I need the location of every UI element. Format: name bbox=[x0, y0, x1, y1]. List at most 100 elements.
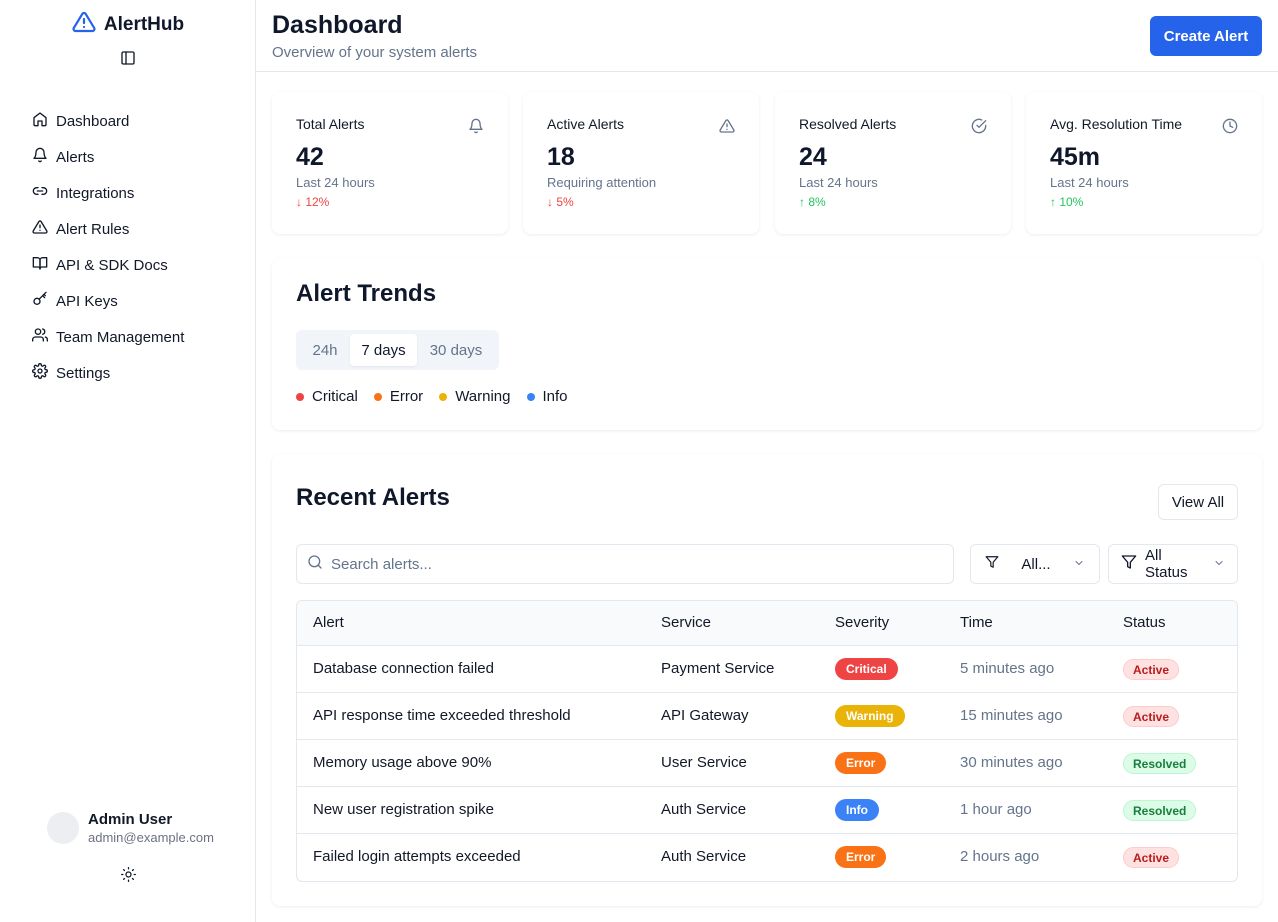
legend-dot bbox=[373, 392, 382, 401]
page-header: Dashboard Overview of your system alerts… bbox=[256, 0, 1278, 72]
home-icon bbox=[32, 111, 48, 131]
sun-icon[interactable] bbox=[119, 865, 137, 883]
stat-value: 18 bbox=[547, 143, 575, 171]
table-row[interactable]: Database connection failed Payment Servi… bbox=[297, 646, 1237, 693]
stat-label: Avg. Resolution Time bbox=[1050, 116, 1183, 132]
legend-label: Error bbox=[389, 388, 424, 405]
legend-dot bbox=[526, 392, 535, 401]
alert-time: 5 minutes ago bbox=[960, 660, 1055, 677]
sidebar-item-api-docs[interactable]: API & SDK Docs bbox=[24, 247, 234, 283]
legend-item-critical: Critical bbox=[296, 388, 358, 405]
sidebar-item-label: Team Management bbox=[56, 328, 185, 346]
alert-service: Auth Service bbox=[661, 848, 747, 865]
chevron-down-icon bbox=[1213, 556, 1225, 573]
search-input[interactable] bbox=[331, 555, 931, 573]
tab-30-days[interactable]: 30 days bbox=[417, 334, 495, 366]
stat-card-total-alerts: Total Alerts 42 Last 24 hours ↓ 12% bbox=[272, 92, 508, 234]
sidebar-item-label: API Keys bbox=[56, 292, 118, 310]
sidebar-toggle-icon[interactable] bbox=[119, 49, 137, 67]
status-badge: Active bbox=[1123, 659, 1180, 680]
sidebar-item-alerts[interactable]: Alerts bbox=[24, 139, 234, 175]
alert-name: API response time exceeded threshold bbox=[313, 707, 571, 724]
legend-label: Info bbox=[542, 388, 568, 405]
stat-label: Resolved Alerts bbox=[799, 116, 897, 132]
brand-name: AlertHub bbox=[103, 13, 185, 35]
severity-badge: Error bbox=[835, 846, 887, 868]
sidebar-nav: Dashboard Alerts Integrations Alert Rule… bbox=[24, 103, 234, 391]
filter-icon bbox=[985, 555, 999, 573]
stat-value: 45m bbox=[1050, 143, 1101, 171]
alerts-table: Alert Service Severity Time Status Datab… bbox=[296, 600, 1238, 882]
column-header-severity[interactable]: Severity bbox=[835, 614, 889, 631]
table-header: Alert Service Severity Time Status bbox=[297, 601, 1237, 646]
avatar bbox=[47, 812, 79, 844]
sidebar-item-label: API & SDK Docs bbox=[56, 256, 168, 274]
alert-name: Database connection failed bbox=[313, 660, 494, 677]
alert-trends-title: Alert Trends bbox=[296, 280, 437, 307]
table-row[interactable]: API response time exceeded threshold API… bbox=[297, 693, 1237, 740]
page-title: Dashboard bbox=[272, 11, 403, 39]
sidebar-item-settings[interactable]: Settings bbox=[24, 355, 234, 391]
alert-service: API Gateway bbox=[661, 707, 749, 724]
stat-value: 42 bbox=[296, 143, 324, 171]
alert-service: User Service bbox=[661, 754, 747, 771]
stat-change: ↑ 10% bbox=[1050, 195, 1084, 209]
link-icon bbox=[32, 183, 48, 203]
alert-time: 1 hour ago bbox=[960, 801, 1032, 818]
book-icon bbox=[32, 255, 48, 275]
status-filter-select[interactable]: All Status bbox=[1108, 544, 1238, 584]
column-header-service[interactable]: Service bbox=[661, 614, 711, 631]
legend-item-error: Error bbox=[373, 388, 424, 405]
stat-subtext: Requiring attention bbox=[547, 175, 657, 190]
brand[interactable]: AlertHub bbox=[0, 10, 256, 39]
severity-filter-value: All... bbox=[1021, 555, 1051, 573]
bell-icon bbox=[32, 147, 48, 167]
user-email: admin@example.com bbox=[88, 830, 214, 845]
legend-dot bbox=[296, 392, 304, 401]
severity-badge: Error bbox=[835, 752, 887, 774]
sidebar-item-team-management[interactable]: Team Management bbox=[24, 319, 234, 355]
column-header-status[interactable]: Status bbox=[1123, 614, 1166, 631]
stat-change: ↑ 8% bbox=[799, 195, 826, 209]
sidebar-item-api-keys[interactable]: API Keys bbox=[24, 283, 234, 319]
status-badge: Active bbox=[1123, 706, 1180, 727]
sidebar-item-integrations[interactable]: Integrations bbox=[24, 175, 234, 211]
alert-time: 30 minutes ago bbox=[960, 754, 1063, 771]
sidebar-item-label: Dashboard bbox=[56, 112, 130, 130]
gear-icon bbox=[32, 363, 48, 383]
table-row[interactable]: Failed login attempts exceeded Auth Serv… bbox=[297, 834, 1237, 881]
recent-alerts-title: Recent Alerts bbox=[296, 484, 450, 511]
warning-triangle-icon bbox=[719, 118, 735, 139]
trends-legend: Critical Error Warning Info bbox=[296, 388, 568, 405]
table-row[interactable]: Memory usage above 90% User Service Erro… bbox=[297, 740, 1237, 787]
stat-card-active-alerts: Active Alerts 18 Requiring attention ↓ 5… bbox=[523, 92, 759, 234]
status-filter-value: All Status bbox=[1145, 547, 1188, 581]
stat-label: Total Alerts bbox=[296, 116, 365, 132]
filter-icon bbox=[1121, 554, 1137, 574]
table-row[interactable]: New user registration spike Auth Service… bbox=[297, 787, 1237, 834]
alert-service: Auth Service bbox=[661, 801, 747, 818]
column-header-alert[interactable]: Alert bbox=[313, 614, 344, 631]
tab-24h[interactable]: 24h bbox=[300, 334, 350, 366]
sidebar-item-label: Alerts bbox=[56, 148, 95, 166]
key-icon bbox=[32, 291, 48, 311]
stat-change: ↓ 5% bbox=[547, 195, 574, 209]
severity-filter-select[interactable]: All... bbox=[970, 544, 1100, 584]
status-badge: Resolved bbox=[1123, 800, 1197, 821]
view-all-button[interactable]: View All bbox=[1158, 484, 1238, 520]
users-icon bbox=[31, 327, 49, 347]
alert-name: Memory usage above 90% bbox=[313, 754, 492, 771]
alert-trends-card: Alert Trends 24h 7 days 30 days Critical… bbox=[272, 258, 1262, 430]
stat-subtext: Last 24 hours bbox=[1050, 175, 1129, 190]
column-header-time[interactable]: Time bbox=[960, 614, 993, 631]
legend-label: Critical bbox=[312, 388, 358, 405]
tab-7-days[interactable]: 7 days bbox=[350, 334, 417, 366]
sidebar-item-alert-rules[interactable]: Alert Rules bbox=[24, 211, 234, 247]
stat-card-avg-resolution-time: Avg. Resolution Time 45m Last 24 hours ↑… bbox=[1026, 92, 1262, 234]
sidebar-item-dashboard[interactable]: Dashboard bbox=[24, 103, 234, 139]
time-range-tabs: 24h 7 days 30 days bbox=[296, 330, 499, 370]
status-badge: Active bbox=[1123, 847, 1180, 868]
stat-value: 24 bbox=[799, 143, 827, 171]
create-alert-button[interactable]: Create Alert bbox=[1150, 16, 1262, 56]
user-profile[interactable]: Admin User admin@example.com bbox=[47, 811, 214, 845]
